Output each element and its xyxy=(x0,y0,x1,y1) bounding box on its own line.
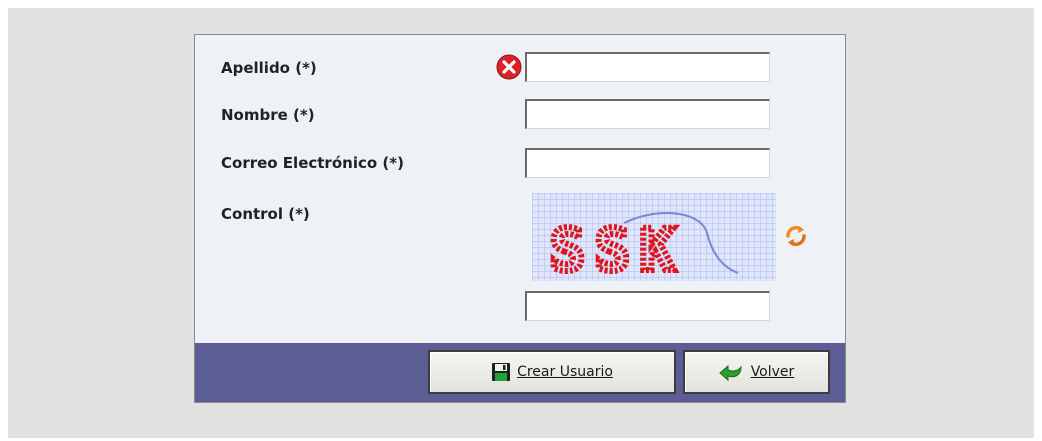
correo-label: Correo Electrónico (*) xyxy=(221,154,404,172)
create-user-form: Apellido (*) Nombre (*) Correo Electróni… xyxy=(194,34,846,403)
captcha-image: SSK xyxy=(532,193,776,281)
control-label: Control (*) xyxy=(221,205,310,223)
error-icon xyxy=(496,54,522,80)
back-arrow-icon xyxy=(718,362,745,382)
button-bar: Crear Usuario Volver xyxy=(195,343,845,402)
back-label: Volver xyxy=(750,364,795,380)
control-input[interactable] xyxy=(525,291,770,321)
floppy-disk-icon xyxy=(491,362,511,382)
nombre-label: Nombre (*) xyxy=(221,106,315,124)
create-user-button[interactable]: Crear Usuario xyxy=(428,350,676,394)
correo-input[interactable] xyxy=(525,148,770,178)
back-button[interactable]: Volver xyxy=(683,350,830,394)
create-user-label: Crear Usuario xyxy=(517,364,613,380)
apellido-label: Apellido (*) xyxy=(221,59,317,77)
refresh-captcha-icon[interactable] xyxy=(784,224,808,248)
captcha-text: SSK xyxy=(550,216,685,281)
nombre-input[interactable] xyxy=(525,99,770,129)
apellido-input[interactable] xyxy=(525,52,770,82)
